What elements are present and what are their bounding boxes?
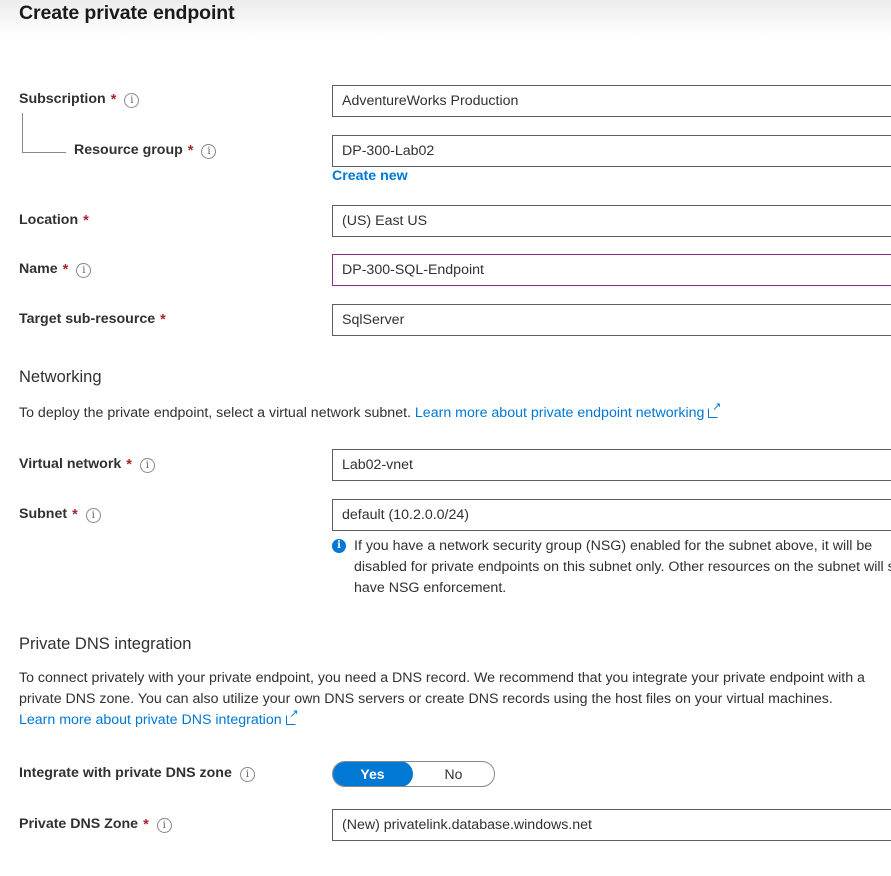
subnet-input[interactable]: default (10.2.0.0/24) bbox=[332, 499, 891, 531]
networking-learn-more-link[interactable]: Learn more about private endpoint networ… bbox=[414, 402, 721, 421]
name-label-text: Name bbox=[19, 261, 58, 277]
virtual-network-required-asterisk: * bbox=[126, 456, 132, 473]
info-icon[interactable] bbox=[76, 262, 92, 278]
integrate-dns-zone-toggle[interactable]: Yes No bbox=[332, 761, 495, 787]
subscription-label: Subscription * bbox=[19, 91, 140, 108]
toggle-option-yes[interactable]: Yes bbox=[333, 762, 413, 786]
networking-heading: Networking bbox=[19, 368, 102, 386]
private-dns-zone-required-asterisk: * bbox=[143, 816, 149, 833]
private-dns-zone-label-text: Private DNS Zone bbox=[19, 816, 139, 832]
external-link-icon bbox=[708, 402, 721, 418]
subnet-label: Subnet * bbox=[19, 506, 101, 523]
target-sub-resource-label-text: Target sub-resource bbox=[19, 311, 156, 327]
integrate-dns-zone-label: Integrate with private DNS zone bbox=[19, 765, 255, 782]
info-icon[interactable] bbox=[156, 817, 172, 833]
resource-group-label: Resource group * bbox=[74, 142, 217, 159]
resource-group-required-asterisk: * bbox=[187, 142, 194, 159]
toggle-option-no[interactable]: No bbox=[413, 762, 494, 786]
info-icon[interactable] bbox=[124, 92, 140, 108]
target-sub-resource-label: Target sub-resource * bbox=[19, 311, 166, 327]
resource-group-label-text: Resource group bbox=[74, 142, 183, 158]
nsg-message-line-1: If you have a network security group (NS… bbox=[354, 538, 873, 554]
private-dns-zone-input[interactable]: (New) privatelink.database.windows.net bbox=[332, 809, 891, 841]
subnet-required-asterisk: * bbox=[72, 506, 78, 523]
info-icon[interactable] bbox=[85, 507, 101, 523]
private-dns-paragraph-line-2: private DNS zone. You can also utilize y… bbox=[19, 691, 833, 707]
name-required-asterisk: * bbox=[62, 261, 69, 278]
page-title: Create private endpoint bbox=[19, 2, 235, 24]
virtual-network-label: Virtual network * bbox=[19, 456, 155, 473]
nsg-info-message: If you have a network security group (NS… bbox=[332, 536, 891, 599]
location-label: Location * bbox=[19, 212, 89, 228]
subscription-input[interactable]: AdventureWorks Production bbox=[332, 85, 891, 117]
networking-description: To deploy the private endpoint, select a… bbox=[19, 402, 721, 421]
subscription-label-text: Subscription bbox=[19, 91, 106, 107]
integrate-dns-zone-label-text: Integrate with private DNS zone bbox=[19, 765, 232, 781]
name-label: Name * bbox=[19, 261, 92, 278]
private-dns-zone-label: Private DNS Zone * bbox=[19, 816, 172, 833]
private-dns-heading: Private DNS integration bbox=[19, 635, 192, 653]
location-required-asterisk: * bbox=[83, 212, 89, 229]
subscription-required-asterisk: * bbox=[110, 91, 117, 108]
name-input[interactable]: DP-300-SQL-Endpoint bbox=[332, 254, 891, 286]
private-dns-description: To connect privately with your private e… bbox=[19, 668, 865, 731]
info-icon[interactable] bbox=[239, 766, 255, 782]
nsg-info-message-text: If you have a network security group (NS… bbox=[354, 536, 891, 599]
target-sub-resource-required-asterisk: * bbox=[160, 311, 166, 328]
external-link-icon bbox=[285, 709, 299, 725]
networking-learn-more-text: Learn more about private endpoint networ… bbox=[414, 405, 705, 421]
private-dns-learn-more-link[interactable]: Learn more about private DNS integration bbox=[19, 709, 299, 728]
target-sub-resource-input[interactable]: SqlServer bbox=[332, 304, 891, 336]
virtual-network-label-text: Virtual network bbox=[19, 456, 122, 472]
networking-description-text: To deploy the private endpoint, select a… bbox=[19, 405, 411, 421]
hierarchy-connector bbox=[22, 113, 66, 153]
private-dns-paragraph-line-1: To connect privately with your private e… bbox=[19, 670, 865, 686]
create-new-resource-group-link[interactable]: Create new bbox=[332, 168, 408, 184]
info-filled-icon bbox=[332, 539, 346, 553]
virtual-network-input[interactable]: Lab02-vnet bbox=[332, 449, 891, 481]
location-input[interactable]: (US) East US bbox=[332, 205, 891, 237]
private-dns-learn-more-text: Learn more about private DNS integration bbox=[19, 712, 282, 728]
nsg-message-line-2: disabled for private endpoints on this s… bbox=[354, 559, 891, 575]
resource-group-input[interactable]: DP-300-Lab02 bbox=[332, 135, 891, 167]
location-label-text: Location bbox=[19, 212, 79, 228]
create-private-endpoint-form: Create private endpoint Subscription * A… bbox=[0, 0, 891, 876]
nsg-message-line-3: have NSG enforcement. bbox=[354, 580, 507, 596]
info-icon[interactable] bbox=[201, 143, 217, 159]
info-icon[interactable] bbox=[139, 457, 155, 473]
subnet-label-text: Subnet bbox=[19, 506, 68, 522]
